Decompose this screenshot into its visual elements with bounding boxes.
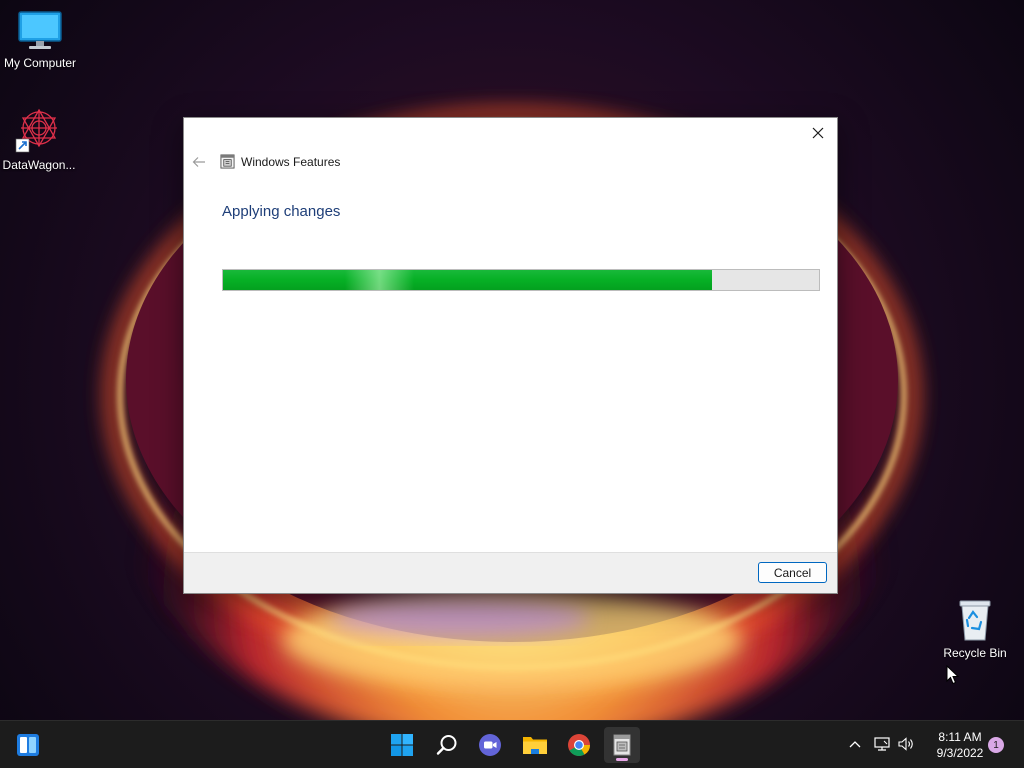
back-arrow-icon (192, 157, 205, 167)
search-icon (436, 735, 457, 755)
dialog-title-bar: Windows Features (220, 154, 340, 169)
desktop-icon-datawagon[interactable]: DataWagon... (0, 106, 79, 172)
back-button[interactable] (190, 153, 208, 171)
show-hidden-icons-button[interactable] (845, 734, 865, 754)
volume-icon (898, 737, 913, 751)
taskbar-clock[interactable]: 8:11 AM 9/3/2022 (926, 729, 994, 761)
active-app-indicator (616, 758, 628, 761)
windows-features-dialog: Windows Features Applying changes Cancel (183, 117, 838, 594)
taskbar-file-explorer-button[interactable] (517, 727, 553, 763)
status-heading: Applying changes (222, 203, 341, 220)
clock-time: 8:11 AM (938, 730, 982, 744)
taskbar: 8:11 AM 9/3/2022 1 (0, 720, 1024, 768)
dialog-title: Windows Features (241, 154, 341, 169)
notification-badge[interactable]: 1 (988, 737, 1004, 753)
taskbar-widgets-button[interactable] (10, 727, 46, 763)
chat-video-icon (479, 734, 501, 756)
desktop-icon-my-computer[interactable]: My Computer (0, 10, 80, 70)
desktop-icon-label: My Computer (3, 56, 77, 70)
folder-icon (523, 737, 547, 754)
monitor-icon (18, 11, 62, 49)
windows-features-icon (220, 154, 235, 169)
taskbar-windows-features-button[interactable] (604, 727, 640, 763)
cancel-button[interactable]: Cancel (758, 562, 827, 583)
network-icon (874, 737, 890, 751)
dialog-footer: Cancel (184, 552, 837, 593)
widgets-icon (17, 734, 39, 756)
network-status-button[interactable] (872, 734, 892, 754)
progress-bar-fill (223, 270, 712, 290)
mouse-pointer-icon (946, 665, 960, 685)
taskbar-search-button[interactable] (429, 727, 465, 763)
progress-bar (222, 269, 820, 291)
chevron-up-icon (849, 741, 861, 748)
taskbar-chrome-button[interactable] (561, 727, 597, 763)
clock-date: 9/3/2022 (936, 746, 984, 760)
windows-logo-icon (391, 734, 413, 756)
datawagon-shortcut-icon (15, 108, 57, 153)
progress-bar-glow (345, 270, 414, 290)
desktop: My Computer DataWagon... Recycle Bin Win… (0, 0, 1024, 720)
desktop-icon-label: Recycle Bin (943, 646, 1007, 660)
windows-features-icon (613, 734, 631, 756)
close-button[interactable] (805, 122, 831, 144)
volume-button[interactable] (897, 734, 917, 754)
desktop-icon-label: DataWagon... (2, 158, 76, 172)
taskbar-start-button[interactable] (384, 727, 420, 763)
close-icon (812, 127, 824, 139)
chrome-icon (568, 734, 590, 756)
taskbar-chat-button[interactable] (472, 727, 508, 763)
desktop-icon-recycle-bin[interactable]: Recycle Bin (935, 598, 1015, 660)
recycle-bin-icon (959, 600, 991, 641)
